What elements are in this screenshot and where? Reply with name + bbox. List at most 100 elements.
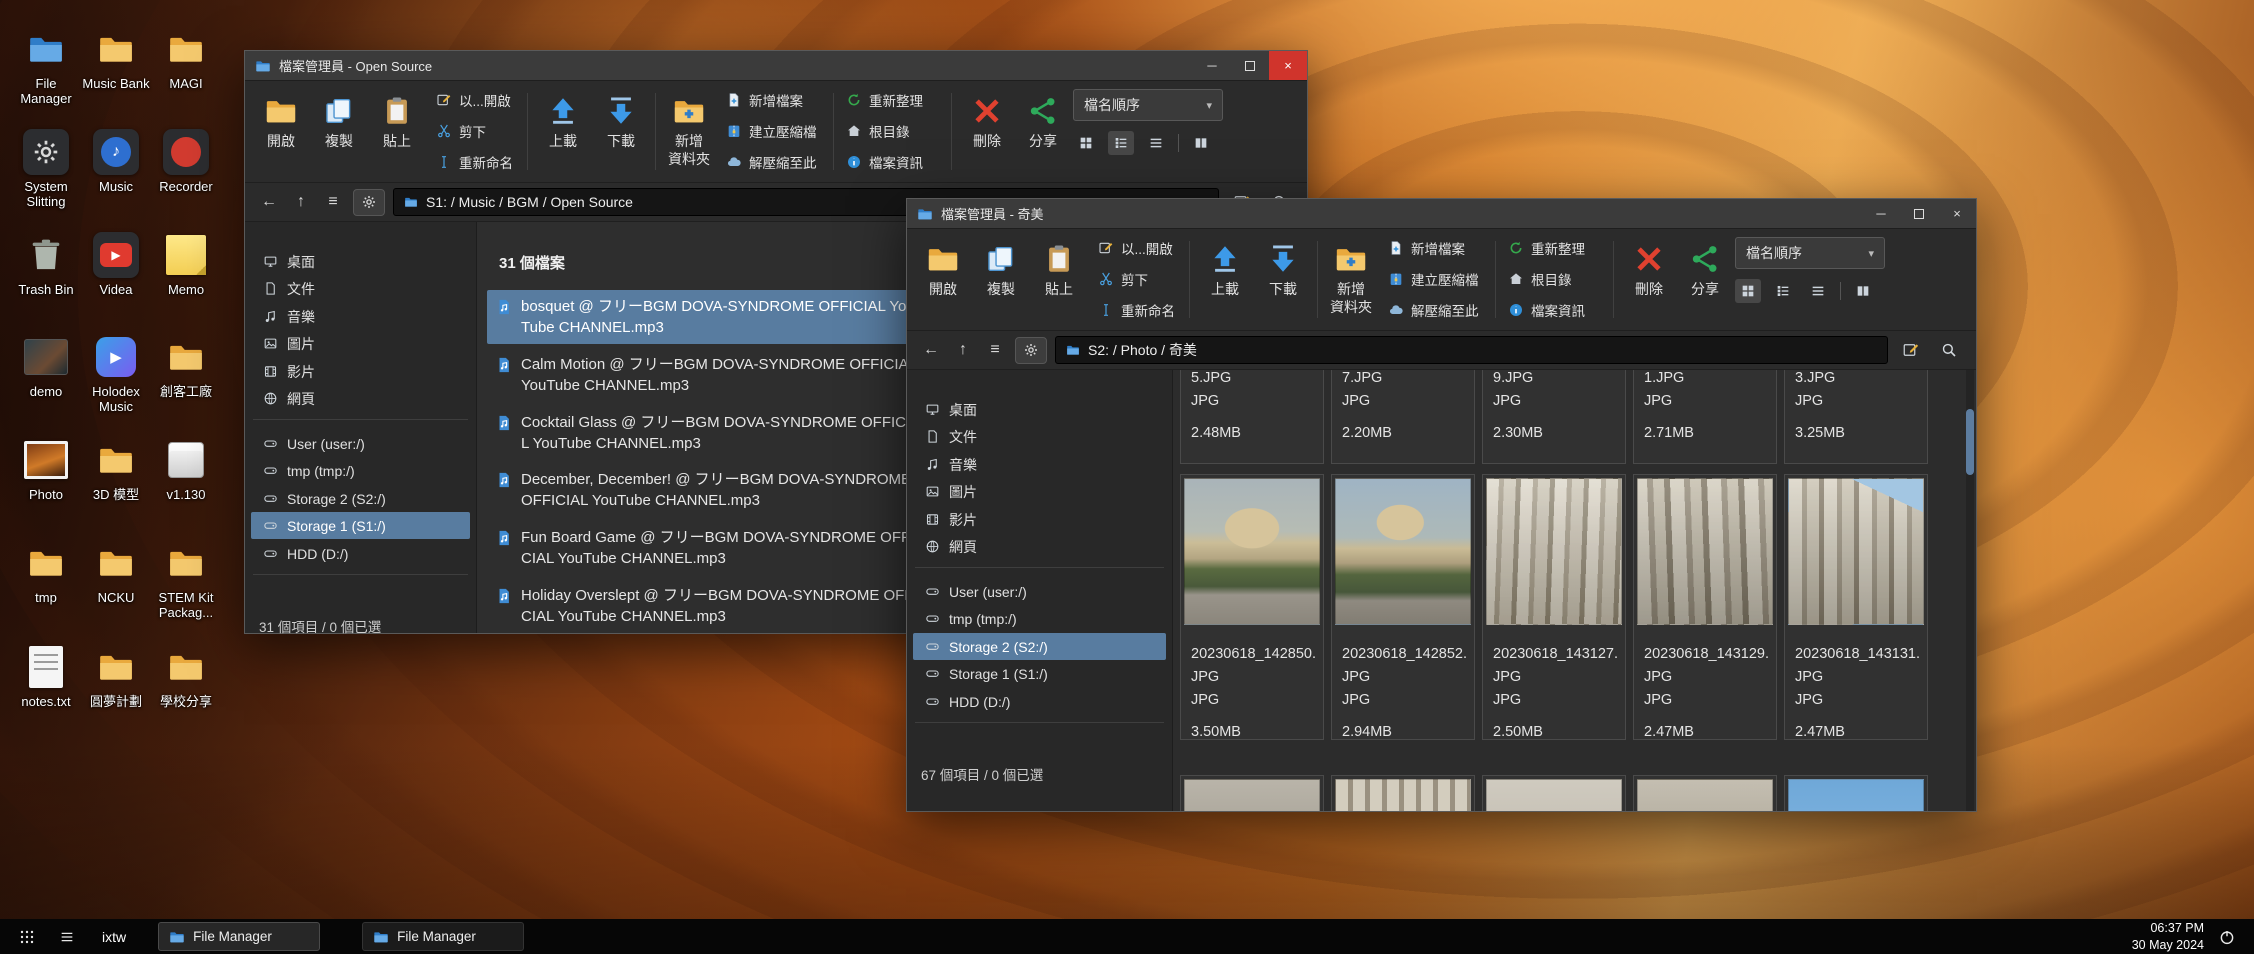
root-directory-button[interactable]: 根目錄: [841, 117, 945, 145]
menu-button[interactable]: ≡: [983, 341, 1007, 359]
sidebar-item-user-drive[interactable]: User (user:/): [913, 578, 1166, 605]
titlebar[interactable]: 檔案管理員 - Open Source ─ ×: [245, 51, 1307, 81]
cut-button[interactable]: 剪下: [431, 117, 521, 145]
desktop-icon-school-share[interactable]: 學校分享: [150, 641, 222, 710]
photo-item[interactable]: 20230618_143127.JPGJPG2.50MB: [1482, 474, 1626, 740]
menu-button[interactable]: ≡: [321, 193, 345, 211]
sidebar-item-documents[interactable]: 文件: [251, 275, 470, 302]
refresh-button[interactable]: 重新整理: [841, 86, 945, 114]
desktop-icon-notes-txt[interactable]: notes.txt: [10, 641, 82, 710]
open-with-button[interactable]: 以...開啟: [1093, 234, 1183, 262]
sidebar-item-music[interactable]: 音樂: [251, 303, 470, 330]
clock[interactable]: 06:37 PM 30 May 2024: [2132, 920, 2204, 953]
desktop-icon-v1130[interactable]: v1.130: [150, 434, 222, 503]
desktop-icon-tmp[interactable]: tmp: [10, 537, 82, 606]
extract-here-button[interactable]: 解壓縮至此: [721, 148, 827, 176]
desktop-icon-holodex-music[interactable]: ▶ Holodex Music: [80, 331, 152, 414]
sidebar-item-pictures[interactable]: 圖片: [251, 330, 470, 357]
file-row-selected[interactable]: bosquet @ フリーBGM DOVA-SYNDROME OFFICIAL …: [487, 290, 939, 344]
close-button[interactable]: ×: [1269, 51, 1307, 80]
view-list-button[interactable]: [1108, 131, 1134, 155]
up-button[interactable]: ↑: [951, 341, 975, 359]
desktop-icon-demo[interactable]: demo: [10, 331, 82, 400]
sidebar-item-hdd-drive[interactable]: HDD (D:/): [913, 688, 1166, 715]
desktop-icon-3d-models[interactable]: 3D 模型: [80, 434, 152, 503]
cut-button[interactable]: 剪下: [1093, 265, 1183, 293]
file-row[interactable]: Calm Motion @ フリーBGM DOVA-SYNDROME OFFIC…: [487, 348, 939, 402]
desktop-icon-music-bank[interactable]: Music Bank: [80, 23, 152, 92]
desktop-icon-magi[interactable]: MAGI: [150, 23, 222, 92]
new-folder-button[interactable]: 新增資料夾: [1323, 235, 1379, 325]
scrollbar[interactable]: [1966, 370, 1974, 811]
taskbar-task-file-manager-1[interactable]: File Manager: [158, 922, 320, 951]
paste-button[interactable]: 貼上: [369, 87, 425, 177]
sidebar-item-documents[interactable]: 文件: [913, 423, 1166, 450]
photo-item[interactable]: 1.JPGJPG2.71MB: [1633, 370, 1777, 464]
desktop-icon-ncku[interactable]: NCKU: [80, 537, 152, 606]
sidebar-item-music[interactable]: 音樂: [913, 451, 1166, 478]
minimize-button[interactable]: ─: [1862, 199, 1900, 228]
view-list-button[interactable]: [1770, 279, 1796, 303]
sidebar-item-tmp-drive[interactable]: tmp (tmp:/): [251, 457, 470, 484]
create-archive-button[interactable]: 建立壓縮檔: [1383, 265, 1489, 293]
titlebar[interactable]: 檔案管理員 - 奇美 ─ ×: [907, 199, 1976, 229]
app-launcher-button[interactable]: [10, 922, 44, 951]
photo-item[interactable]: 20230618_143131.JPGJPG2.47MB: [1784, 474, 1928, 740]
upload-button[interactable]: 上載: [535, 87, 591, 177]
photo-item[interactable]: 20230618_142850.JPGJPG3.50MB: [1180, 474, 1324, 740]
new-folder-button[interactable]: 新增資料夾: [661, 87, 717, 177]
file-row[interactable]: Holiday Overslept @ フリーBGM DOVA-SYNDROME…: [487, 579, 939, 633]
photo-item[interactable]: 20230618_142852.JPGJPG2.94MB: [1331, 474, 1475, 740]
sidebar-item-web[interactable]: 網頁: [251, 385, 470, 412]
open-button[interactable]: 開啟: [253, 87, 309, 177]
desktop-icon-music[interactable]: ♪ Music: [80, 126, 152, 195]
file-row[interactable]: Cocktail Glass @ フリーBGM DOVA-SYNDROME OF…: [487, 406, 939, 460]
back-button[interactable]: ←: [257, 193, 281, 211]
copy-button[interactable]: 複製: [311, 87, 367, 177]
taskbar-task-file-manager-2[interactable]: File Manager: [362, 922, 524, 951]
sidebar-item-pictures[interactable]: 圖片: [913, 478, 1166, 505]
share-button[interactable]: 分享: [1015, 87, 1071, 177]
download-button[interactable]: 下載: [593, 87, 649, 177]
power-button[interactable]: [2210, 922, 2244, 951]
sidebar-item-storage2-drive[interactable]: Storage 2 (S2:/): [913, 633, 1166, 660]
sidebar-item-hdd-drive[interactable]: HDD (D:/): [251, 540, 470, 567]
settings-button[interactable]: [353, 189, 385, 216]
file-info-button[interactable]: 檔案資訊: [1503, 296, 1607, 324]
open-button[interactable]: 開啟: [915, 235, 971, 325]
view-grid-button[interactable]: [1073, 131, 1099, 155]
sidebar-item-storage2-drive[interactable]: Storage 2 (S2:/): [251, 485, 470, 512]
desktop-icon-photo[interactable]: Photo: [10, 434, 82, 503]
photo-item[interactable]: [1784, 775, 1928, 811]
refresh-button[interactable]: 重新整理: [1503, 234, 1607, 262]
root-directory-button[interactable]: 根目錄: [1503, 265, 1607, 293]
sort-order-dropdown[interactable]: 檔名順序▾: [1073, 89, 1223, 121]
desktop-icon-recorder[interactable]: Recorder: [150, 126, 222, 195]
maximize-button[interactable]: [1900, 199, 1938, 228]
paste-button[interactable]: 貼上: [1031, 235, 1087, 325]
extract-here-button[interactable]: 解壓縮至此: [1383, 296, 1489, 324]
download-button[interactable]: 下載: [1255, 235, 1311, 325]
new-file-button[interactable]: 新增檔案: [721, 86, 827, 114]
sidebar-item-desktop[interactable]: 桌面: [251, 248, 470, 275]
desktop-icon-memo[interactable]: Memo: [150, 229, 222, 298]
file-info-button[interactable]: 檔案資訊: [841, 148, 945, 176]
input-method-indicator[interactable]: ixtw: [102, 929, 126, 945]
file-row[interactable]: December, December! @ フリーBGM DOVA-SYNDRO…: [487, 463, 939, 517]
sidebar-item-user-drive[interactable]: User (user:/): [251, 430, 470, 457]
upload-button[interactable]: 上載: [1197, 235, 1253, 325]
share-button[interactable]: 分享: [1677, 235, 1733, 325]
delete-button[interactable]: 刪除: [959, 87, 1015, 177]
new-file-button[interactable]: 新增檔案: [1383, 234, 1489, 262]
photo-item[interactable]: 3.JPGJPG3.25MB: [1784, 370, 1928, 464]
minimize-button[interactable]: ─: [1193, 51, 1231, 80]
photo-item[interactable]: 7.JPGJPG2.20MB: [1331, 370, 1475, 464]
copy-button[interactable]: 複製: [973, 235, 1029, 325]
delete-button[interactable]: 刪除: [1621, 235, 1677, 325]
scrollbar-thumb[interactable]: [1966, 409, 1974, 475]
sidebar-item-videos[interactable]: 影片: [913, 506, 1166, 533]
maximize-button[interactable]: [1231, 51, 1269, 80]
sort-order-dropdown[interactable]: 檔名順序▾: [1735, 237, 1885, 269]
photo-item[interactable]: [1331, 775, 1475, 811]
file-row[interactable]: Fun Board Game @ フリーBGM DOVA-SYNDROME OF…: [487, 521, 939, 575]
